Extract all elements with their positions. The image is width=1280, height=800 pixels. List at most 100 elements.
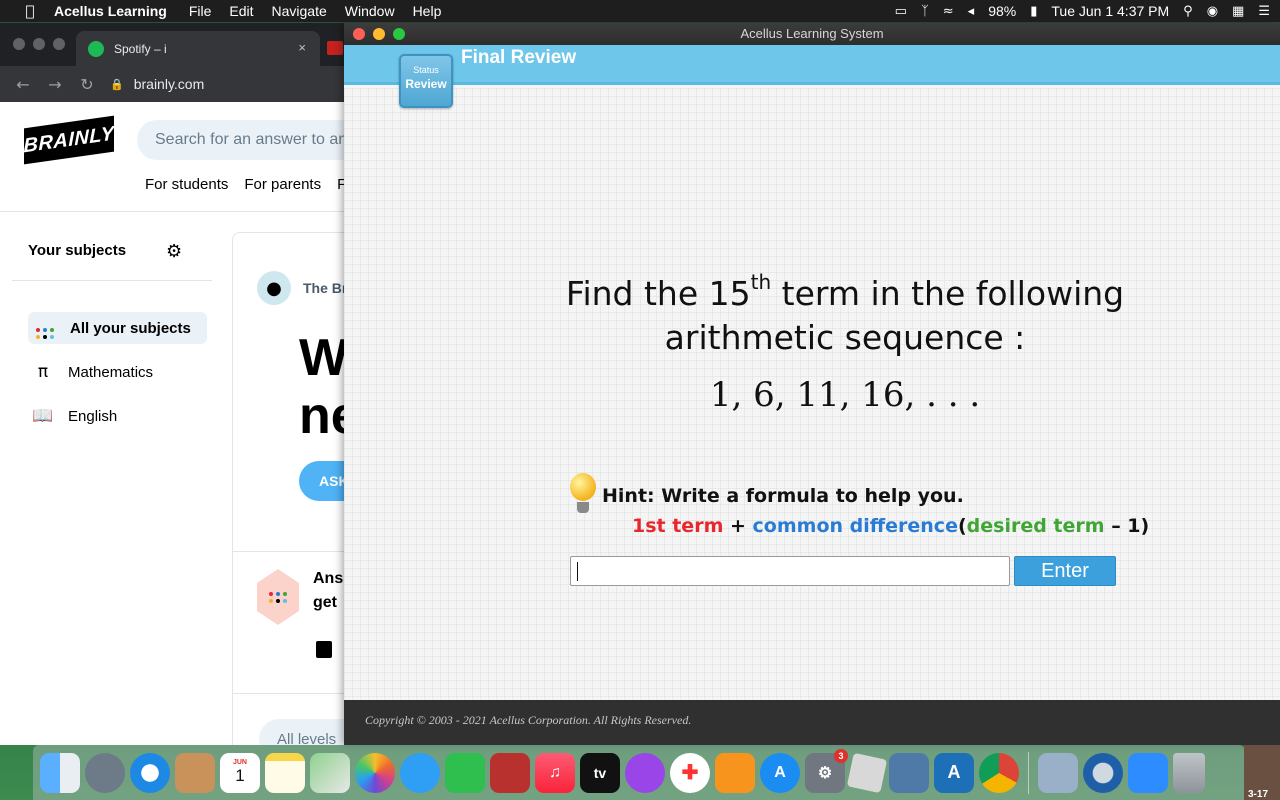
- trash-icon[interactable]: [1173, 752, 1205, 793]
- clock[interactable]: Tue Jun 1 4:37 PM: [1051, 3, 1169, 19]
- brain-avatar-icon: ●: [257, 271, 291, 305]
- gear-icon[interactable]: ⚙: [166, 241, 182, 262]
- question-superscript: th: [750, 270, 772, 294]
- messages-icon[interactable]: [400, 752, 440, 793]
- facetime-icon[interactable]: [445, 752, 485, 793]
- question-line2: arithmetic sequence :: [664, 318, 1026, 357]
- acellus-window: Acellus Learning System Status Review Fi…: [344, 23, 1280, 745]
- notification-badge: 3: [834, 748, 848, 763]
- system-preferences-icon[interactable]: ⚙ 3: [805, 748, 848, 793]
- brainly-logo[interactable]: BRAINLY: [24, 115, 114, 165]
- calendar-icon[interactable]: JUN 1: [220, 752, 260, 793]
- menu-file[interactable]: File: [189, 3, 212, 19]
- sidebar-item-english[interactable]: 📖 English: [30, 400, 117, 432]
- acellus-icon[interactable]: A: [934, 752, 974, 793]
- sidebar-item-mathematics[interactable]: π Mathematics: [30, 356, 153, 388]
- photobooth-icon[interactable]: [490, 752, 530, 793]
- copyright-footer: Copyright © 2003 - 2021 Acellus Corporat…: [344, 700, 1280, 745]
- launchpad-icon[interactable]: [85, 752, 125, 793]
- notification-center-icon[interactable]: ☰: [1258, 4, 1270, 19]
- window-zoom-button[interactable]: [393, 28, 405, 40]
- menu-window[interactable]: Window: [345, 3, 395, 19]
- xcode-icon[interactable]: [889, 752, 929, 793]
- formula: 1st term + common difference(desired ter…: [632, 515, 1149, 537]
- books-icon[interactable]: [715, 752, 755, 793]
- siri-icon[interactable]: ◉: [1207, 4, 1218, 19]
- chrome-close-button[interactable]: [13, 38, 25, 50]
- page-title: Final Review: [461, 47, 577, 68]
- safari-icon[interactable]: [130, 752, 170, 793]
- chrome-zoom-button[interactable]: [53, 38, 65, 50]
- airplay-icon[interactable]: ▭: [895, 4, 907, 19]
- brainly-header: BRAINLY Search for an answer to any ques…: [0, 102, 360, 212]
- contacts-icon[interactable]: [175, 752, 215, 793]
- tab-spotify[interactable]: Spotify – i ×: [76, 31, 320, 66]
- sidebar-item-all-subjects[interactable]: All your subjects: [28, 312, 207, 344]
- acellus-titlebar: Acellus Learning System: [344, 23, 1280, 45]
- photos-icon[interactable]: [355, 752, 395, 793]
- window-minimize-button[interactable]: [373, 28, 385, 40]
- status-label: Status: [413, 65, 439, 75]
- text-caret: [577, 562, 578, 581]
- gmail-tab-icon[interactable]: [327, 41, 343, 55]
- question-area: Find the 15th term in the following arit…: [344, 88, 1280, 700]
- menu-app-name[interactable]: Acellus Learning: [54, 3, 167, 19]
- chrome-toolbar: ← → ↻ 🔒 brainly.com: [0, 66, 360, 102]
- sidebar-heading: Your subjects: [28, 242, 127, 259]
- music-icon[interactable]: ♫: [535, 752, 575, 793]
- zoom-icon[interactable]: [1128, 752, 1168, 793]
- tv-icon[interactable]: tv: [580, 752, 620, 793]
- question-part1: Find the 15: [565, 274, 751, 313]
- calendar-month: JUN: [232, 759, 247, 766]
- answer-input[interactable]: [570, 556, 1010, 586]
- menu-edit[interactable]: Edit: [229, 3, 253, 19]
- preview-icon[interactable]: [1038, 752, 1078, 793]
- status-badge[interactable]: Status Review: [399, 54, 453, 108]
- roblox-icon[interactable]: [846, 752, 888, 793]
- appstore-icon[interactable]: A: [760, 752, 800, 793]
- answer-promo-icon: [257, 569, 299, 625]
- document-icon[interactable]: [316, 641, 332, 658]
- wifi-icon[interactable]: ≈: [943, 4, 954, 19]
- enter-button[interactable]: Enter: [1014, 556, 1116, 586]
- nav-for-students[interactable]: For students: [145, 176, 228, 193]
- brainly-feed: ● The Br W ne ASK Ans get All levels: [232, 232, 360, 745]
- sidebar-item-label: English: [68, 407, 118, 425]
- formula-minus-one: – 1): [1104, 515, 1150, 537]
- tab-close-icon[interactable]: ×: [298, 40, 306, 55]
- spotlight-search-icon[interactable]: ⚲: [1183, 4, 1193, 19]
- dots-grid-icon: [32, 317, 58, 339]
- finder-icon[interactable]: [40, 752, 80, 793]
- bluetooth-icon[interactable]: ᛉ: [921, 4, 929, 19]
- chrome-window: Spotify – i × ← → ↻ 🔒 brainly.com BRAINL…: [0, 23, 360, 745]
- spotify-icon: [88, 40, 104, 57]
- screenshot-thumbnail[interactable]: 3-17: [1244, 745, 1280, 800]
- battery-percent[interactable]: 98%: [988, 3, 1016, 19]
- status-value: Review: [405, 77, 447, 91]
- brainly-search-input[interactable]: Search for an answer to any question...: [137, 120, 360, 160]
- menu-navigate[interactable]: Navigate: [272, 3, 327, 19]
- back-icon[interactable]: ←: [14, 75, 32, 94]
- sidebar-item-label: All your subjects: [70, 319, 191, 337]
- maps-icon[interactable]: [310, 752, 350, 793]
- volume-icon[interactable]: ◂: [968, 4, 975, 19]
- quicktime-icon[interactable]: [1083, 752, 1123, 793]
- dock-separator: [1028, 751, 1029, 794]
- apple-menu-icon[interactable]: : [20, 2, 40, 20]
- news-icon[interactable]: ✚: [670, 752, 710, 793]
- window-close-button[interactable]: [353, 28, 365, 40]
- notes-icon[interactable]: [265, 752, 305, 793]
- formula-first-term: 1st term: [632, 515, 724, 537]
- address-bar[interactable]: 🔒 brainly.com: [110, 72, 204, 96]
- menu-bar:  Acellus Learning File Edit Navigate Wi…: [0, 0, 1280, 22]
- battery-icon[interactable]: ▮: [1030, 4, 1037, 19]
- menu-help[interactable]: Help: [413, 3, 442, 19]
- chrome-minimize-button[interactable]: [33, 38, 45, 50]
- formula-plus: +: [723, 515, 753, 537]
- control-center-icon[interactable]: ▦: [1232, 4, 1244, 19]
- nav-for-parents[interactable]: For parents: [244, 176, 321, 193]
- reload-icon[interactable]: ↻: [78, 75, 96, 94]
- podcasts-icon[interactable]: [625, 752, 665, 793]
- chrome-icon[interactable]: [979, 752, 1019, 793]
- forward-icon[interactable]: →: [46, 75, 64, 94]
